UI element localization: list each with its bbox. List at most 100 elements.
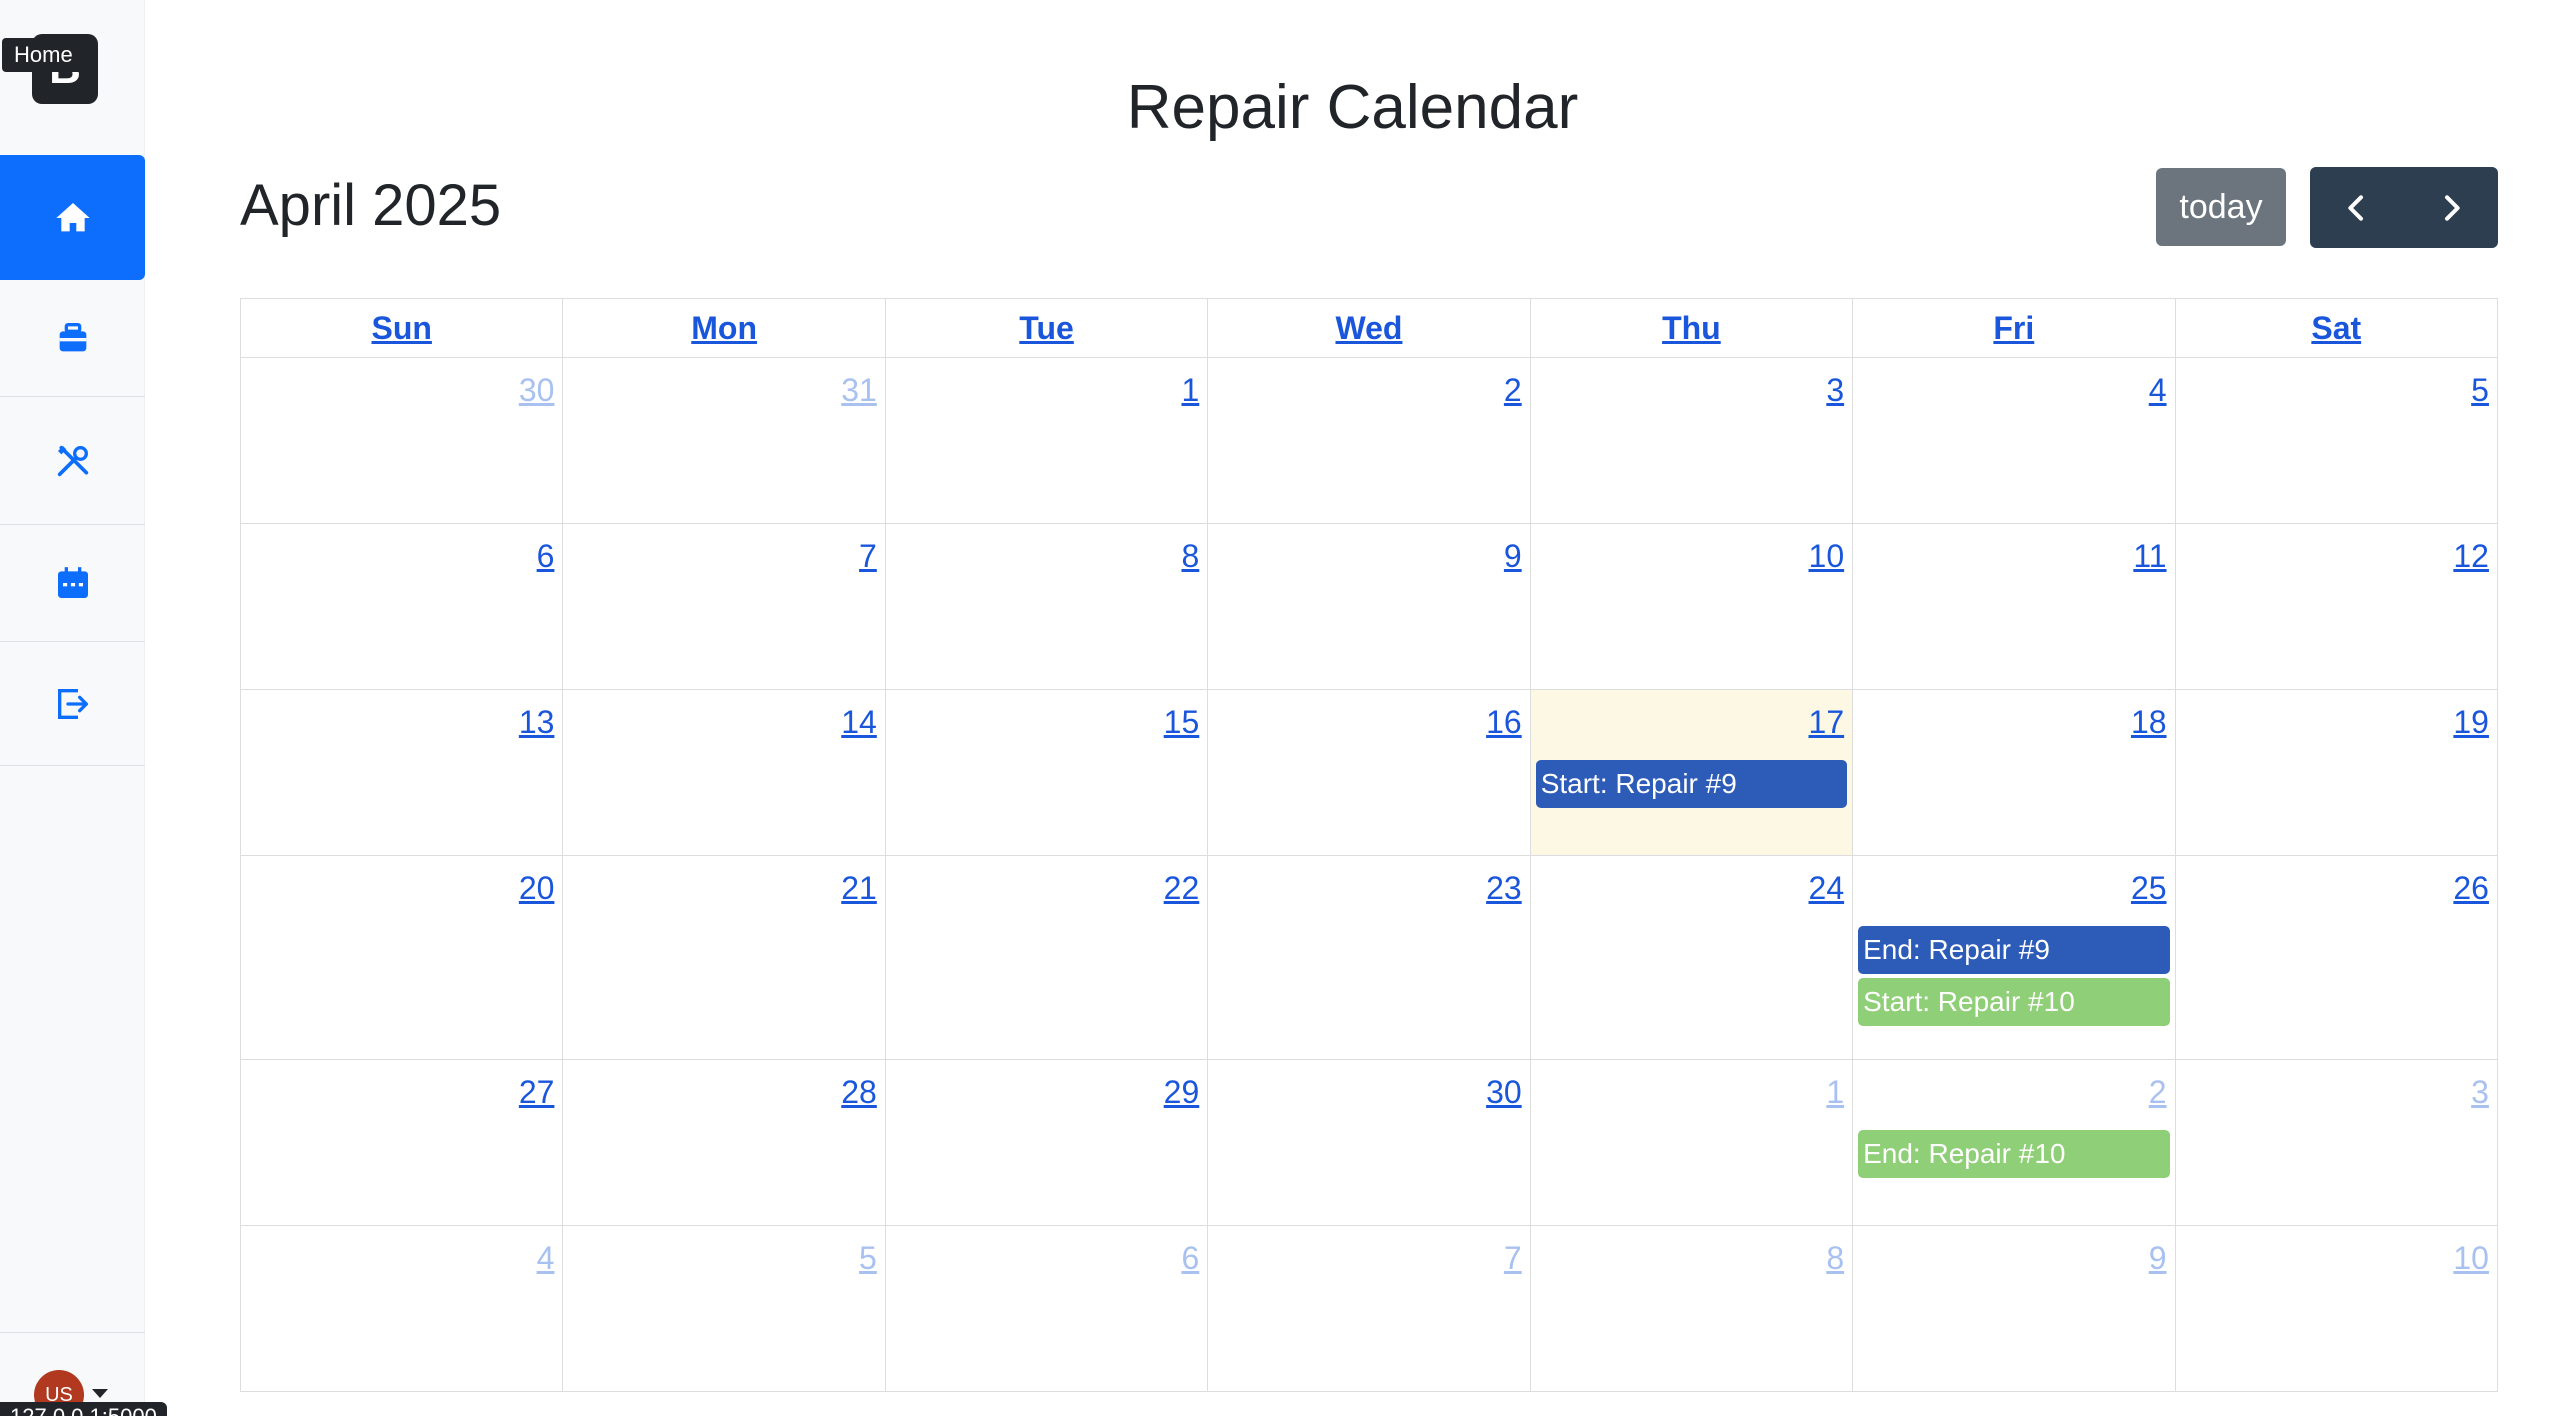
calendar-day-cell[interactable]: 13 <box>241 690 564 855</box>
day-number-link[interactable]: 9 <box>2149 1240 2167 1277</box>
calendar-day-cell[interactable]: 30 <box>241 358 564 523</box>
day-number-link[interactable]: 21 <box>841 870 877 907</box>
weekday-header[interactable]: Fri <box>1853 299 2176 357</box>
calendar-day-cell[interactable]: 3 <box>1531 358 1854 523</box>
day-number-link[interactable]: 18 <box>2131 704 2167 741</box>
sidebar-item-toolbox[interactable] <box>0 280 145 397</box>
calendar-day-cell[interactable]: 2 End: Repair #10 <box>1853 1060 2176 1225</box>
weekday-header[interactable]: Wed <box>1208 299 1531 357</box>
day-number-link[interactable]: 6 <box>1181 1240 1199 1277</box>
day-number-link[interactable]: 4 <box>537 1240 555 1277</box>
day-number-link[interactable]: 14 <box>841 704 877 741</box>
calendar-day-cell[interactable]: 4 <box>241 1226 564 1391</box>
day-number-link[interactable]: 27 <box>519 1074 555 1111</box>
calendar-day-cell[interactable]: 15 <box>886 690 1209 855</box>
calendar-day-cell[interactable]: 24 <box>1531 856 1854 1059</box>
day-number-link[interactable]: 25 <box>2131 870 2167 907</box>
day-number-link[interactable]: 6 <box>537 538 555 575</box>
day-number-link[interactable]: 1 <box>1826 1074 1844 1111</box>
calendar-day-cell[interactable]: 1 <box>1531 1060 1854 1225</box>
calendar-day-cell[interactable]: 3 <box>2176 1060 2497 1225</box>
calendar-day-cell[interactable]: 30 <box>1208 1060 1531 1225</box>
calendar-day-cell[interactable]: 21 <box>563 856 886 1059</box>
calendar-day-cell[interactable]: 19 <box>2176 690 2497 855</box>
calendar-day-cell[interactable]: 11 <box>1853 524 2176 689</box>
calendar-day-cell[interactable]: 25 End: Repair #9 Start: Repair #10 <box>1853 856 2176 1059</box>
calendar-day-cell[interactable]: 1 <box>886 358 1209 523</box>
sidebar-item-tools[interactable] <box>0 397 145 525</box>
calendar-day-cell[interactable]: 7 <box>1208 1226 1531 1391</box>
day-number-link[interactable]: 7 <box>1504 1240 1522 1277</box>
day-number-link[interactable]: 12 <box>2453 538 2489 575</box>
calendar-day-cell[interactable]: 17 Start: Repair #9 <box>1530 690 1854 855</box>
calendar-event[interactable]: Start: Repair #10 <box>1858 978 2170 1026</box>
calendar-day-cell[interactable]: 10 <box>2176 1226 2497 1391</box>
calendar-day-cell[interactable]: 26 <box>2176 856 2497 1059</box>
day-number-link[interactable]: 16 <box>1486 704 1522 741</box>
day-number-link[interactable]: 30 <box>519 372 555 409</box>
day-number-link[interactable]: 29 <box>1164 1074 1200 1111</box>
day-number-link[interactable]: 15 <box>1164 704 1200 741</box>
day-number-link[interactable]: 19 <box>2453 704 2489 741</box>
calendar-day-cell[interactable]: 28 <box>563 1060 886 1225</box>
calendar-day-cell[interactable]: 9 <box>1853 1226 2176 1391</box>
weekday-header[interactable]: Thu <box>1531 299 1854 357</box>
calendar-event[interactable]: End: Repair #9 <box>1858 926 2170 974</box>
day-number-link[interactable]: 24 <box>1809 870 1845 907</box>
day-number-link[interactable]: 23 <box>1486 870 1522 907</box>
calendar-day-cell[interactable]: 6 <box>886 1226 1209 1391</box>
chevron-down-icon[interactable] <box>92 1389 108 1398</box>
day-number-link[interactable]: 3 <box>1826 372 1844 409</box>
prev-month-button[interactable] <box>2310 167 2404 248</box>
day-number-link[interactable]: 7 <box>859 538 877 575</box>
calendar-day-cell[interactable]: 29 <box>886 1060 1209 1225</box>
day-number-link[interactable]: 30 <box>1486 1074 1522 1111</box>
calendar-day-cell[interactable]: 5 <box>563 1226 886 1391</box>
day-number-link[interactable]: 1 <box>1181 372 1199 409</box>
weekday-header[interactable]: Sat <box>2176 299 2497 357</box>
day-number-link[interactable]: 31 <box>841 372 877 409</box>
calendar-day-cell[interactable]: 6 <box>241 524 564 689</box>
day-number-link[interactable]: 26 <box>2453 870 2489 907</box>
calendar-day-cell[interactable]: 12 <box>2176 524 2497 689</box>
calendar-day-cell[interactable]: 20 <box>241 856 564 1059</box>
next-month-button[interactable] <box>2404 167 2498 248</box>
sidebar-item-calendar[interactable] <box>0 525 145 642</box>
calendar-day-cell[interactable]: 18 <box>1853 690 2176 855</box>
day-number-link[interactable]: 17 <box>1809 704 1845 741</box>
calendar-day-cell[interactable]: 2 <box>1208 358 1531 523</box>
weekday-header[interactable]: Tue <box>886 299 1209 357</box>
calendar-day-cell[interactable]: 14 <box>563 690 886 855</box>
calendar-day-cell[interactable]: 31 <box>563 358 886 523</box>
day-number-link[interactable]: 20 <box>519 870 555 907</box>
calendar-event[interactable]: End: Repair #10 <box>1858 1130 2170 1178</box>
day-number-link[interactable]: 10 <box>2453 1240 2489 1277</box>
today-button[interactable]: today <box>2156 168 2286 246</box>
weekday-header[interactable]: Mon <box>563 299 886 357</box>
calendar-day-cell[interactable]: 16 <box>1208 690 1531 855</box>
day-number-link[interactable]: 5 <box>859 1240 877 1277</box>
day-number-link[interactable]: 5 <box>2471 372 2489 409</box>
calendar-day-cell[interactable]: 9 <box>1208 524 1531 689</box>
day-number-link[interactable]: 8 <box>1826 1240 1844 1277</box>
day-number-link[interactable]: 3 <box>2471 1074 2489 1111</box>
calendar-day-cell[interactable]: 5 <box>2176 358 2497 523</box>
day-number-link[interactable]: 11 <box>2133 538 2166 575</box>
calendar-day-cell[interactable]: 8 <box>886 524 1209 689</box>
sidebar-item-logout[interactable] <box>0 642 145 766</box>
day-number-link[interactable]: 2 <box>2149 1074 2167 1111</box>
day-number-link[interactable]: 2 <box>1504 372 1522 409</box>
day-number-link[interactable]: 22 <box>1164 870 1200 907</box>
calendar-event[interactable]: Start: Repair #9 <box>1535 760 1848 808</box>
weekday-header[interactable]: Sun <box>241 299 564 357</box>
calendar-day-cell[interactable]: 10 <box>1531 524 1854 689</box>
calendar-day-cell[interactable]: 27 <box>241 1060 564 1225</box>
day-number-link[interactable]: 10 <box>1809 538 1845 575</box>
calendar-day-cell[interactable]: 22 <box>886 856 1209 1059</box>
day-number-link[interactable]: 28 <box>841 1074 877 1111</box>
calendar-day-cell[interactable]: 23 <box>1208 856 1531 1059</box>
day-number-link[interactable]: 13 <box>519 704 555 741</box>
calendar-day-cell[interactable]: 7 <box>563 524 886 689</box>
calendar-day-cell[interactable]: 4 <box>1853 358 2176 523</box>
calendar-day-cell[interactable]: 8 <box>1531 1226 1854 1391</box>
